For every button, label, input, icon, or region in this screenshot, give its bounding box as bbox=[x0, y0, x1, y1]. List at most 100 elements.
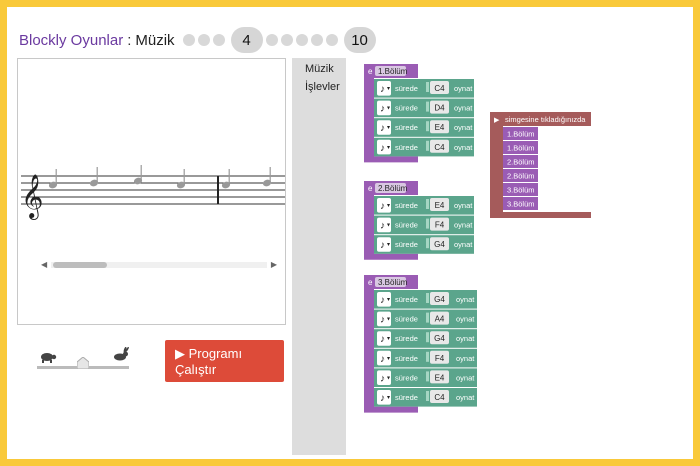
dropdown-arrow-icon: ▾ bbox=[387, 395, 390, 401]
blocks-canvas[interactable]: e 1.Bölüm♪ ▾ sürede C4 oynat♪ ▾ sürede D4 oynat♪ ▾… bbox=[346, 58, 693, 459]
level-dot[interactable] bbox=[212, 34, 225, 46]
dropdown-arrow-icon: ▾ bbox=[387, 125, 390, 131]
level-dot[interactable] bbox=[265, 34, 278, 46]
input-notch bbox=[426, 238, 429, 249]
note-pitch: F4 bbox=[435, 354, 445, 363]
play-note-block[interactable]: ♪ ▾ sürede C4 oynat bbox=[374, 137, 474, 157]
play-note-block[interactable]: ♪ ▾ sürede F4 oynat bbox=[374, 348, 477, 368]
note-duration-icon: ♪ bbox=[380, 334, 385, 345]
play-icon: ▶ bbox=[175, 346, 185, 361]
run-program-button[interactable]: ▶ Programı Çalıştır bbox=[165, 340, 284, 382]
play-note-block[interactable]: ♪ ▾ sürede E4 oynat bbox=[374, 196, 474, 215]
duration-label: sürede bbox=[395, 354, 418, 363]
play-note-block[interactable]: ♪ ▾ sürede E4 oynat bbox=[374, 368, 477, 387]
function-block[interactable]: e 2.Bölüm♪ ▾ sürede E4 oynat♪ ▾ sürede F4 oynat♪ ▾… bbox=[364, 181, 474, 260]
toolbox-category-functions[interactable]: İşlevler bbox=[292, 76, 346, 94]
event-block[interactable]: ▶ simgesine tıkladığınızda 1.Bölüm 1.Bölüm 2… bbox=[490, 112, 591, 218]
speed-slider[interactable] bbox=[37, 347, 129, 371]
rabbit-icon bbox=[114, 347, 129, 361]
toolbox-category-music[interactable]: Müzik bbox=[292, 58, 346, 76]
play-label: oynat bbox=[456, 354, 475, 363]
play-label: oynat bbox=[456, 334, 475, 343]
input-notch bbox=[426, 371, 429, 382]
play-note-block[interactable]: ♪ ▾ sürede D4 oynat bbox=[374, 98, 474, 118]
duration-label: sürede bbox=[395, 315, 418, 324]
function-name: 3.Bölüm bbox=[378, 278, 408, 287]
scroll-thumb[interactable] bbox=[53, 262, 107, 268]
play-label: oynat bbox=[454, 201, 473, 210]
note-icon bbox=[89, 167, 99, 187]
dropdown-arrow-icon: ▾ bbox=[387, 86, 390, 92]
level-progress: 4 10 bbox=[182, 27, 379, 53]
level-dot[interactable] bbox=[197, 34, 210, 46]
function-call-block[interactable]: 3.Bölüm bbox=[503, 183, 538, 196]
level-dot[interactable] bbox=[182, 34, 195, 46]
function-block[interactable]: e 3.Bölüm♪ ▾ sürede G4 oynat♪ ▾ sürede A4 oynat♪ ▾… bbox=[364, 275, 477, 413]
block-workspace[interactable]: e 1.Bölüm ♪ ▾ sürede C4 oynat ♪ ▾ sürede D4 oynat ♪ ▾… bbox=[346, 58, 693, 459]
function-call-name: 3.Bölüm bbox=[507, 186, 535, 195]
play-note-block[interactable]: ♪ ▾ sürede F4 oynat bbox=[374, 215, 474, 235]
note-pitch: C4 bbox=[434, 393, 445, 402]
scroll-right-icon[interactable]: ▶ bbox=[271, 260, 277, 269]
level-dot[interactable] bbox=[325, 34, 338, 46]
dropdown-arrow-icon: ▾ bbox=[387, 356, 390, 362]
note-icon bbox=[48, 169, 58, 189]
note-duration-icon: ♪ bbox=[380, 84, 385, 95]
dropdown-arrow-icon: ▾ bbox=[387, 145, 390, 151]
dropdown-arrow-icon: ▾ bbox=[387, 297, 390, 303]
note-duration-icon: ♪ bbox=[380, 221, 385, 232]
level-dot[interactable] bbox=[295, 34, 308, 46]
note-duration-icon: ♪ bbox=[380, 354, 385, 365]
level-dot[interactable] bbox=[310, 34, 323, 46]
play-icon: ▶ bbox=[494, 117, 500, 124]
note-pitch: E4 bbox=[435, 373, 445, 382]
function-call-block[interactable]: 2.Bölüm bbox=[503, 155, 538, 168]
note-pitch: A4 bbox=[435, 315, 445, 324]
function-block-prefix: e bbox=[368, 278, 373, 287]
duration-label: sürede bbox=[395, 221, 418, 230]
note-pitch: C4 bbox=[434, 84, 445, 93]
dropdown-arrow-icon: ▾ bbox=[387, 242, 390, 248]
page-title: Müzik bbox=[135, 31, 175, 49]
function-block-prefix: e bbox=[368, 184, 373, 193]
play-note-block[interactable]: ♪ ▾ sürede G4 oynat bbox=[374, 290, 477, 309]
duration-label: sürede bbox=[395, 201, 418, 210]
slider-thumb[interactable] bbox=[77, 357, 89, 369]
event-label: simgesine tıkladığınızda bbox=[505, 115, 586, 124]
app-title-link[interactable]: Blockly Oyunlar bbox=[19, 32, 123, 49]
function-call-block[interactable]: 1.Bölüm bbox=[503, 127, 538, 140]
note-pitch: G4 bbox=[434, 334, 445, 343]
horizontal-scrollbar[interactable]: ◀ ▶ bbox=[41, 260, 277, 270]
play-label: oynat bbox=[456, 393, 475, 402]
header: Blockly Oyunlar : Müzik 4 10 bbox=[19, 27, 379, 53]
play-note-block[interactable]: ♪ ▾ sürede G4 oynat bbox=[374, 235, 474, 254]
input-notch bbox=[426, 293, 429, 303]
note-duration-icon: ♪ bbox=[380, 240, 385, 251]
play-note-block[interactable]: ♪ ▾ sürede E4 oynat bbox=[374, 118, 474, 137]
dropdown-arrow-icon: ▾ bbox=[387, 223, 390, 229]
function-call-block[interactable]: 1.Bölüm bbox=[503, 141, 538, 154]
note-duration-icon: ♪ bbox=[380, 315, 385, 326]
dropdown-arrow-icon: ▾ bbox=[387, 203, 390, 209]
function-call-block[interactable]: 3.Bölüm bbox=[503, 197, 538, 210]
input-notch bbox=[426, 82, 429, 92]
note-pitch: G4 bbox=[434, 295, 445, 304]
last-level-badge[interactable]: 10 bbox=[343, 27, 376, 53]
note-pitch: G4 bbox=[434, 240, 445, 249]
duration-label: sürede bbox=[395, 143, 418, 152]
function-call-name: 1.Bölüm bbox=[507, 144, 535, 153]
play-note-block[interactable]: ♪ ▾ sürede A4 oynat bbox=[374, 309, 477, 329]
play-note-block[interactable]: ♪ ▾ sürede C4 oynat bbox=[374, 79, 474, 98]
current-level-badge[interactable]: 4 bbox=[230, 27, 263, 53]
music-visualization: 𝄞 bbox=[17, 58, 286, 325]
play-note-block[interactable]: ♪ ▾ sürede C4 oynat bbox=[374, 388, 477, 407]
function-call-block[interactable]: 2.Bölüm bbox=[503, 169, 538, 182]
scroll-left-icon[interactable]: ◀ bbox=[41, 260, 47, 269]
function-block[interactable]: e 1.Bölüm♪ ▾ sürede C4 oynat♪ ▾ sürede D4 oynat♪ ▾… bbox=[364, 64, 474, 163]
function-call-name: 2.Bölüm bbox=[507, 158, 535, 167]
duration-label: sürede bbox=[395, 123, 418, 132]
run-program-label: Programı Çalıştır bbox=[175, 346, 243, 377]
level-dot[interactable] bbox=[280, 34, 293, 46]
note-duration-icon: ♪ bbox=[380, 123, 385, 134]
play-note-block[interactable]: ♪ ▾ sürede G4 oynat bbox=[374, 329, 477, 348]
